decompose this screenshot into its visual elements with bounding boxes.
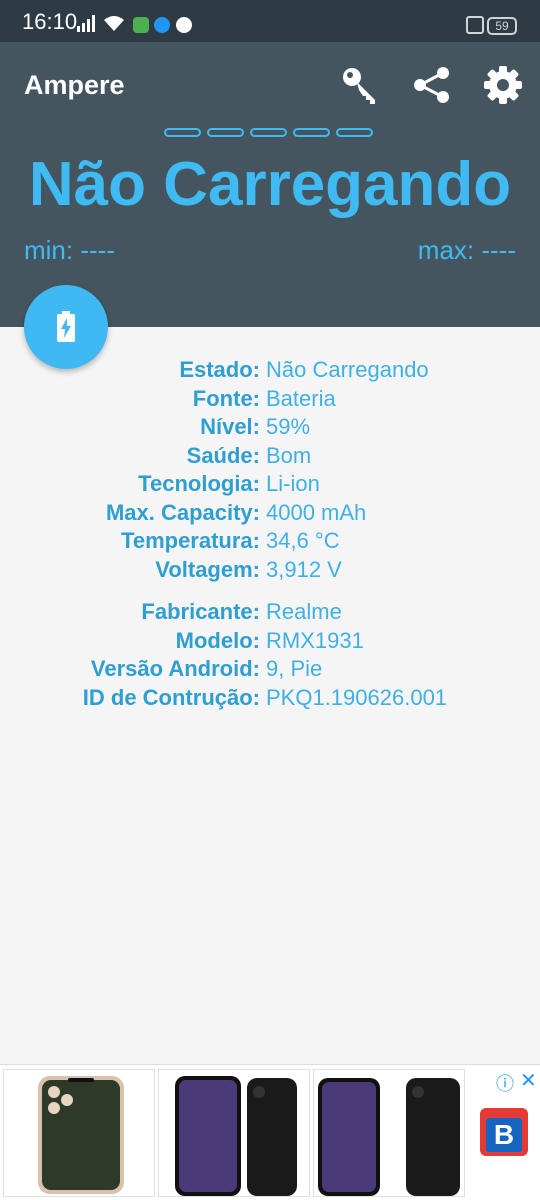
info-row-fabricante: Fabricante: Realme [0, 598, 540, 627]
info-value: 4000 mAh [266, 499, 367, 525]
message-app-icon [133, 17, 149, 33]
app-title: Ampere [24, 70, 125, 100]
info-label: Modelo: [175, 627, 260, 653]
settings-button[interactable] [482, 64, 524, 106]
info-row-capacity: Max. Capacity: 4000 mAh [0, 499, 540, 528]
info-value: Realme [266, 599, 342, 625]
ad-logo-letter: B [486, 1118, 522, 1152]
maps-app-icon [176, 17, 192, 33]
info-row-voltagem: Voltagem: 3,912 V [0, 556, 540, 585]
phone-image [175, 1076, 297, 1196]
info-row-android: Versão Android: 9, Pie [0, 655, 540, 684]
info-label: Voltagem: [155, 556, 260, 582]
info-value: 3,912 V [266, 556, 342, 582]
info-value: Bateria [266, 385, 336, 411]
info-label: Estado: [179, 357, 260, 383]
ad-banner[interactable]: ⓘ ✕ B [0, 1064, 540, 1200]
info-value: RMX1931 [266, 627, 364, 653]
battery-info-list: Estado: Não Carregando Fonte: Bateria Ní… [0, 356, 540, 712]
indicator-segment [207, 128, 244, 137]
ad-product-image[interactable] [158, 1069, 310, 1197]
info-value: 9, Pie [266, 656, 323, 682]
info-label: Temperatura: [121, 528, 260, 554]
settings-icon [484, 66, 522, 104]
info-label: Tecnologia: [138, 471, 260, 497]
info-label: Max. Capacity: [105, 499, 260, 525]
charge-indicator [164, 128, 373, 137]
wifi-icon [104, 16, 124, 31]
info-value: Li-ion [266, 471, 320, 497]
info-label: Nível: [200, 414, 260, 440]
key-button[interactable] [339, 64, 381, 106]
share-icon [414, 67, 449, 103]
app-header: Ampere Não Carregando min: ---- max: ---… [0, 42, 540, 327]
info-label: Saúde: [186, 442, 260, 468]
indicator-segment [250, 128, 287, 137]
info-label: Fonte: [192, 385, 260, 411]
info-value: 34,6 °C [266, 528, 340, 554]
info-row-nivel: Nível: 59% [0, 413, 540, 442]
share-button[interactable] [411, 64, 453, 106]
info-value: Bom [266, 442, 312, 468]
ad-product-image[interactable] [3, 1069, 155, 1197]
info-label: Versão Android: [90, 656, 260, 682]
min-current: min: ---- [24, 235, 115, 265]
battery-icon: 59 [487, 17, 517, 35]
info-row-saude: Saúde: Bom [0, 442, 540, 471]
status-time: 16:10 [22, 9, 78, 34]
info-row-tecnologia: Tecnologia: Li-ion [0, 470, 540, 499]
info-value: Não Carregando [266, 357, 429, 383]
store-app-icon [154, 17, 170, 33]
phone-image [38, 1076, 124, 1194]
ad-info-icon[interactable]: ⓘ [496, 1070, 514, 1096]
indicator-segment [293, 128, 330, 137]
charging-status: Não Carregando [28, 150, 512, 219]
max-current: max: ---- [417, 235, 516, 265]
indicator-segment [336, 128, 373, 137]
info-value: 59% [266, 414, 311, 440]
info-label: Fabricante: [141, 599, 260, 625]
ad-product-image[interactable] [313, 1069, 465, 1197]
battery-charging-icon [57, 311, 75, 342]
info-label: ID de Contrução: [82, 684, 260, 710]
status-bar: 16:10 59 [0, 0, 540, 42]
ad-close-icon[interactable]: ✕ [520, 1068, 537, 1093]
ad-brand-logo[interactable]: B [480, 1108, 528, 1156]
info-row-temperatura: Temperatura: 34,6 °C [0, 527, 540, 556]
info-row-fonte: Fonte: Bateria [0, 385, 540, 414]
phone-image [318, 1078, 460, 1196]
info-row-modelo: Modelo: RMX1931 [0, 627, 540, 656]
info-row-estado: Estado: Não Carregando [0, 356, 540, 385]
signal-icon [77, 15, 95, 32]
key-icon [343, 68, 375, 104]
info-row-build-id: ID de Contrução: PKQ1.190626.001 [0, 684, 540, 713]
nfc-icon [466, 16, 484, 34]
indicator-segment [164, 128, 201, 137]
info-value: PKQ1.190626.001 [266, 684, 448, 710]
